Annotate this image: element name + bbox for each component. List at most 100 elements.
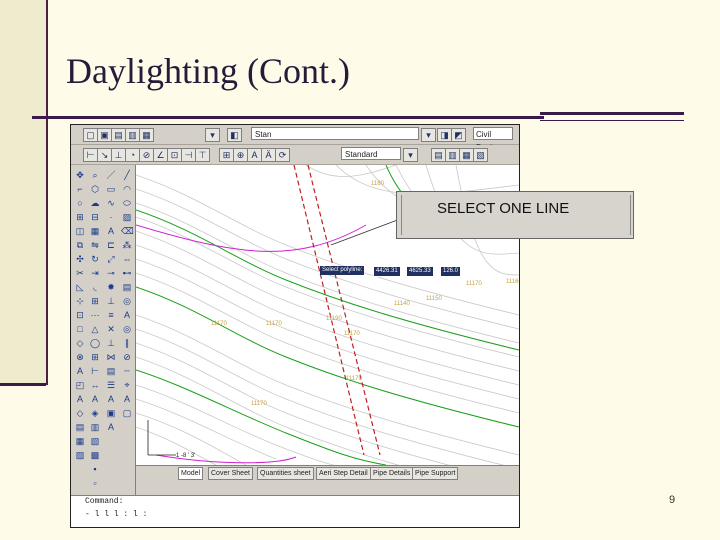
chamfer-icon[interactable]: ◺ bbox=[74, 281, 86, 293]
trim-icon[interactable]: ✂ bbox=[74, 267, 86, 279]
save-icon[interactable]: ▤ bbox=[111, 128, 126, 142]
print-icon[interactable]: ▥ bbox=[125, 128, 140, 142]
insertion-icon[interactable]: ⊞ bbox=[89, 351, 101, 363]
style-icon-4[interactable]: ▧ bbox=[473, 148, 488, 162]
ellipse-icon[interactable]: ⬭ bbox=[121, 197, 133, 209]
tool-o-icon[interactable]: ▩ bbox=[89, 449, 101, 461]
scale-icon[interactable]: ⤢ bbox=[105, 253, 117, 265]
coordinate-x-box[interactable]: 4426.31 bbox=[373, 266, 401, 277]
ordinate-icon[interactable]: ⊥ bbox=[111, 148, 126, 162]
move-icon[interactable]: ✣ bbox=[74, 253, 86, 265]
fillet-icon[interactable]: ◟ bbox=[89, 281, 101, 293]
text-c-icon[interactable]: A bbox=[105, 393, 117, 405]
ortho-icon[interactable]: ⊥ bbox=[105, 295, 117, 307]
node-icon[interactable]: ⊗ bbox=[74, 351, 86, 363]
dropdown-arrow-icon[interactable]: ▾ bbox=[205, 128, 220, 142]
properties-icon[interactable]: ▤ bbox=[121, 281, 133, 293]
distance-icon[interactable]: ↔ bbox=[89, 379, 101, 391]
id-point-icon[interactable]: ⌖ bbox=[121, 379, 133, 391]
polygon-icon[interactable]: ⬡ bbox=[89, 183, 101, 195]
endpoint-icon[interactable]: □ bbox=[74, 323, 86, 335]
stretch-icon[interactable]: ⇔ bbox=[121, 253, 133, 265]
baseline-icon[interactable]: ⊣ bbox=[181, 148, 196, 162]
revcloud-icon[interactable]: ☁ bbox=[89, 197, 101, 209]
open-icon[interactable]: ▣ bbox=[97, 128, 112, 142]
rectangle-icon[interactable]: ▭ bbox=[105, 183, 117, 195]
tab-cover-sheet[interactable]: Cover Sheet bbox=[208, 467, 253, 480]
aligned-dim-icon[interactable]: ↘ bbox=[97, 148, 112, 162]
line-icon[interactable]: ／ bbox=[105, 169, 117, 181]
center-icon[interactable]: ◎ bbox=[121, 323, 133, 335]
table-icon[interactable]: ▦ bbox=[89, 225, 101, 237]
parallel-icon[interactable]: ∥ bbox=[121, 337, 133, 349]
tab-pipe-support[interactable]: Pipe Support bbox=[412, 467, 459, 480]
tangent-icon[interactable]: ◯ bbox=[89, 337, 101, 349]
preview-icon[interactable]: ▦ bbox=[139, 128, 154, 142]
tool-h-icon[interactable]: ▢ bbox=[121, 407, 133, 419]
mirror-icon[interactable]: ⇋ bbox=[89, 239, 101, 251]
dim-text-edit-icon[interactable]: Ä bbox=[261, 148, 276, 162]
erase-icon[interactable]: ⌫ bbox=[121, 225, 134, 237]
join-icon[interactable]: ⊷ bbox=[121, 267, 133, 279]
tab-model[interactable]: Model bbox=[178, 467, 204, 480]
style-dropdown-icon[interactable]: ▾ bbox=[403, 148, 418, 162]
break-icon[interactable]: ⊸ bbox=[105, 267, 117, 279]
explode-icon[interactable]: ✸ bbox=[105, 281, 117, 293]
tab-aeri-step-detail[interactable]: Aeri Step Detail bbox=[316, 467, 371, 480]
text-icon[interactable]: A bbox=[121, 309, 133, 321]
area-icon[interactable]: ◰ bbox=[74, 379, 86, 391]
lwt-icon[interactable]: ≡ bbox=[105, 309, 117, 321]
style-icon-3[interactable]: ▦ bbox=[459, 148, 474, 162]
diameter-icon[interactable]: ⊘ bbox=[139, 148, 154, 162]
text-style-icon[interactable]: A bbox=[74, 365, 86, 377]
workspace-label[interactable]: Civil Design bbox=[473, 127, 513, 152]
list-icon[interactable]: ☰ bbox=[105, 379, 117, 391]
text-a-icon[interactable]: A bbox=[74, 393, 86, 405]
tool-e-icon[interactable]: ◇ bbox=[74, 407, 86, 419]
layer-states-icon[interactable]: ◩ bbox=[451, 128, 466, 142]
snap-icon[interactable]: ⊹ bbox=[74, 295, 86, 307]
linear-dim-icon[interactable]: ⊢ bbox=[83, 148, 98, 162]
otrack-icon[interactable]: ⋯ bbox=[89, 309, 101, 321]
center-mark-icon[interactable]: ⊕ bbox=[233, 148, 248, 162]
perpendicular-icon[interactable]: ⊥ bbox=[105, 337, 117, 349]
osnap-icon[interactable]: ⊡ bbox=[74, 309, 86, 321]
polyline-icon[interactable]: ⌐ bbox=[74, 183, 86, 195]
layer-manager-icon[interactable]: ◧ bbox=[227, 128, 242, 142]
midpoint-icon[interactable]: △ bbox=[89, 323, 101, 335]
hatch-icon[interactable]: ▨ bbox=[121, 211, 133, 223]
style-icon-1[interactable]: ▤ bbox=[431, 148, 446, 162]
tool-f-icon[interactable]: ◈ bbox=[89, 407, 101, 419]
spline-icon[interactable]: ∿ bbox=[105, 197, 117, 209]
dim-style-icon[interactable]: ⊢ bbox=[89, 365, 101, 377]
text-d-icon[interactable]: A bbox=[121, 393, 133, 405]
tool-k-icon[interactable]: A bbox=[105, 421, 117, 433]
radius-icon[interactable]: ◔ bbox=[125, 148, 140, 162]
xline-icon[interactable]: ╱ bbox=[121, 169, 133, 181]
layer-previous-icon[interactable]: ◨ bbox=[437, 128, 452, 142]
offset-icon[interactable]: ⊏ bbox=[105, 239, 117, 251]
layer-icon[interactable]: ▤ bbox=[105, 365, 117, 377]
linetype-icon[interactable]: ┄ bbox=[121, 365, 133, 377]
zoom-icon[interactable]: ⌕ bbox=[89, 169, 101, 181]
tool-m-icon[interactable]: ▧ bbox=[89, 435, 101, 447]
tab-pipe-details[interactable]: Pipe Details bbox=[370, 467, 414, 480]
command-line[interactable]: Command: - l l l : l : bbox=[71, 495, 519, 527]
text-b-icon[interactable]: A bbox=[89, 393, 101, 405]
arc-icon[interactable]: ◠ bbox=[121, 183, 133, 195]
extend-icon[interactable]: ⇥ bbox=[89, 267, 101, 279]
region-icon[interactable]: ◫ bbox=[74, 225, 86, 237]
rotate-icon[interactable]: ↻ bbox=[89, 253, 101, 265]
pan-icon[interactable]: ✥ bbox=[74, 169, 86, 181]
dim-edit-icon[interactable]: A bbox=[247, 148, 262, 162]
tool-q-icon[interactable]: ▫ bbox=[89, 477, 101, 489]
layer-dropdown-icon[interactable]: ▾ bbox=[421, 128, 436, 142]
intersection-icon[interactable]: ✕ bbox=[105, 323, 117, 335]
style-icon-2[interactable]: ▥ bbox=[445, 148, 460, 162]
new-icon[interactable]: ▢ bbox=[83, 128, 98, 142]
quick-dim-icon[interactable]: ⊡ bbox=[167, 148, 182, 162]
dim-update-icon[interactable]: ⟳ bbox=[275, 148, 290, 162]
point-icon[interactable]: · bbox=[105, 211, 117, 223]
insert-block-icon[interactable]: ⊞ bbox=[74, 211, 86, 223]
none-snap-icon[interactable]: ⊘ bbox=[121, 351, 133, 363]
